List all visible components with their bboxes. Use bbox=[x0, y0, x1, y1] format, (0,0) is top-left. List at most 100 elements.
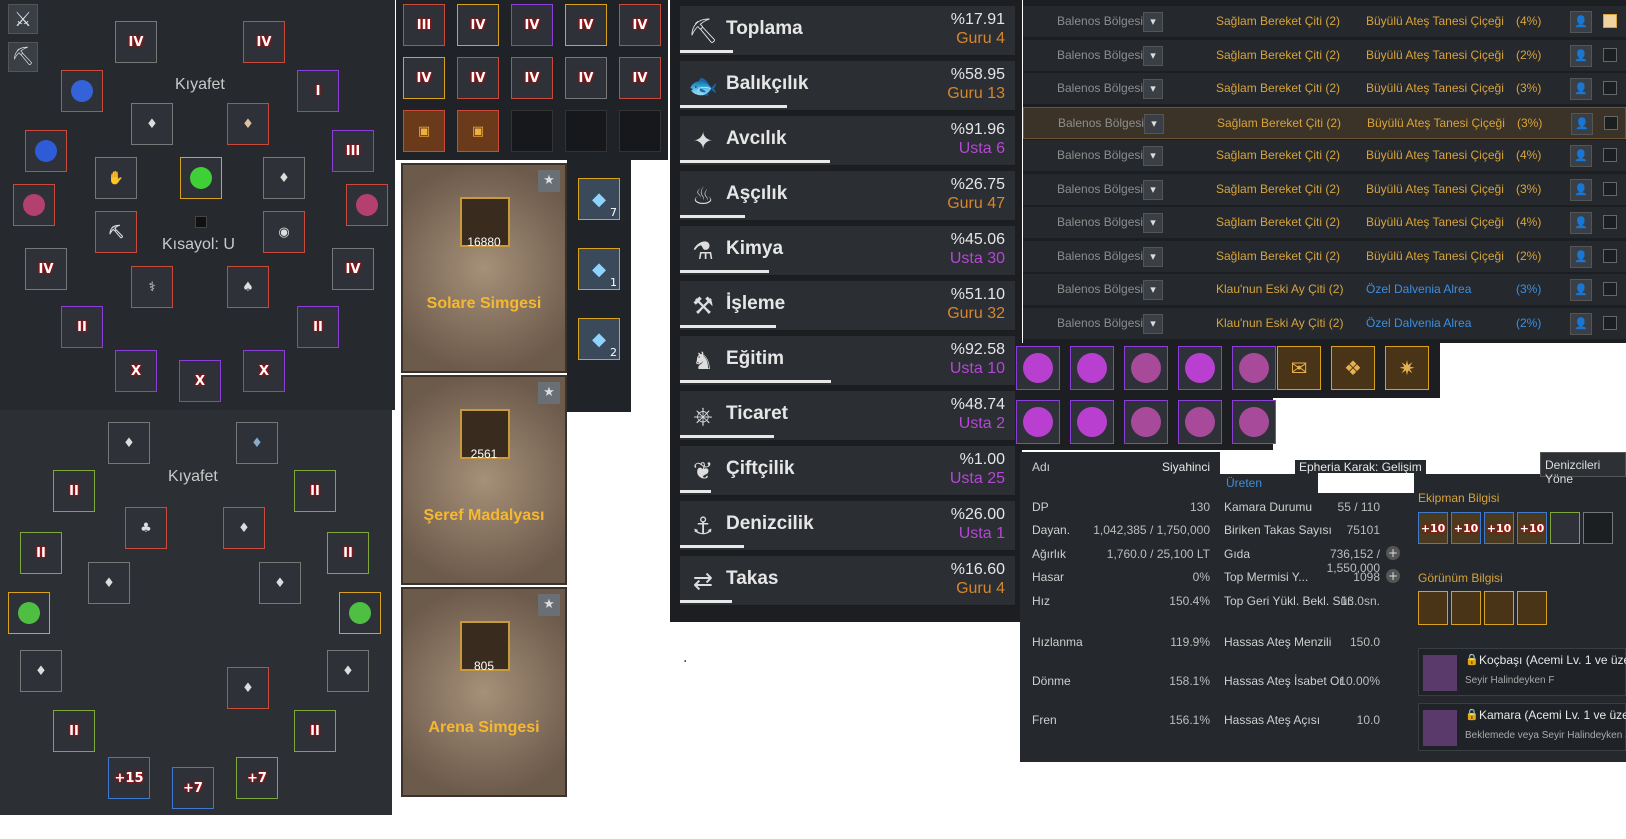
orb-slot[interactable] bbox=[1070, 346, 1114, 390]
helmet-costume-slot[interactable]: IV bbox=[243, 21, 285, 63]
row-checkbox[interactable] bbox=[1603, 181, 1617, 196]
inventory-slot[interactable]: IV bbox=[619, 4, 661, 46]
axe-right-slot[interactable]: X bbox=[243, 350, 285, 392]
ship-equip-slot[interactable]: +10 bbox=[1484, 512, 1514, 544]
necklace-left-slot[interactable] bbox=[13, 184, 55, 226]
star-icon[interactable]: ★ bbox=[538, 170, 560, 192]
skill-row[interactable]: ⚗ Kimya %45.06 Usta 30 bbox=[680, 226, 1015, 276]
skill-row[interactable]: ⚒ İşleme %51.10 Guru 32 bbox=[680, 281, 1015, 331]
trade-row[interactable]: Balenos Bölgesi ▾ Sağlam Bereket Çiti (2) B… bbox=[1023, 73, 1626, 105]
ship-look-slot[interactable] bbox=[1517, 591, 1547, 625]
necklace-right-slot[interactable] bbox=[346, 184, 388, 226]
life-armor-slot[interactable]: ♦ bbox=[108, 422, 150, 464]
ship-equip-slot[interactable]: +10 bbox=[1517, 512, 1547, 544]
skill-row[interactable]: ⛏ Toplama %17.91 Guru 4 bbox=[680, 6, 1015, 56]
ship-look-slot[interactable] bbox=[1484, 591, 1514, 625]
ship-equip-slot[interactable]: +10 bbox=[1418, 512, 1448, 544]
life-necklace-right-slot[interactable] bbox=[339, 592, 381, 634]
treasure-chest-slot[interactable]: ▣ bbox=[403, 110, 445, 152]
earring-left-slot[interactable] bbox=[61, 70, 103, 112]
token-card[interactable]: ★ 805 Arena Simgesi bbox=[401, 587, 567, 797]
inventory-slot[interactable]: III bbox=[403, 4, 445, 46]
skill-row[interactable]: ⎈ Ticaret %48.74 Usta 2 bbox=[680, 391, 1015, 441]
axe-left-slot[interactable]: X bbox=[115, 350, 157, 392]
inventory-slot[interactable]: IV bbox=[619, 57, 661, 99]
weapon-slot[interactable]: ⚕ bbox=[131, 266, 173, 308]
skill-row[interactable]: ⚓ Denizcilik %26.00 Usta 1 bbox=[680, 501, 1015, 551]
chevron-down-icon[interactable]: ▾ bbox=[1143, 213, 1163, 233]
ship-look-slot[interactable] bbox=[1451, 591, 1481, 625]
gloves-slot[interactable]: ✋ bbox=[95, 157, 137, 199]
user-icon[interactable]: 👤 bbox=[1570, 212, 1592, 234]
trade-row[interactable]: Balenos Bölgesi ▾ Klau'nun Eski Ay Çiti (2… bbox=[1023, 274, 1626, 306]
inventory-slot[interactable]: IV bbox=[565, 57, 607, 99]
skill-row[interactable]: ✦ Avcılık %91.96 Usta 6 bbox=[680, 116, 1015, 166]
add-icon[interactable]: + bbox=[1386, 569, 1400, 583]
user-icon[interactable]: 👤 bbox=[1570, 145, 1592, 167]
belt-left-slot[interactable]: II bbox=[61, 306, 103, 348]
orb-slot[interactable] bbox=[1016, 400, 1060, 444]
user-icon[interactable]: 👤 bbox=[1570, 78, 1592, 100]
costume-right-slot[interactable]: IV bbox=[332, 248, 374, 290]
life-costume-right-slot[interactable]: ♦ bbox=[327, 650, 369, 692]
row-checkbox[interactable] bbox=[1604, 115, 1618, 130]
skill-row[interactable]: 🐟 Balıkçılık %58.95 Guru 13 bbox=[680, 61, 1015, 111]
life-armor-2-slot[interactable]: ♦ bbox=[236, 422, 278, 464]
sailors-tab[interactable]: Denizcileri Yöne bbox=[1540, 452, 1626, 486]
row-checkbox[interactable] bbox=[1603, 81, 1617, 95]
chevron-down-icon[interactable]: ▾ bbox=[1143, 280, 1163, 300]
life-acc-2-slot[interactable]: II bbox=[20, 532, 62, 574]
user-icon[interactable]: 👤 bbox=[1571, 112, 1593, 135]
life-tool-1-slot[interactable]: +15 bbox=[108, 757, 150, 799]
add-icon[interactable]: + bbox=[1386, 546, 1400, 560]
life-ring-1-slot[interactable]: II bbox=[294, 470, 336, 512]
belt-slot[interactable] bbox=[180, 157, 222, 199]
star-icon[interactable]: ★ bbox=[538, 382, 560, 404]
user-icon[interactable]: 👤 bbox=[1570, 11, 1592, 33]
empty-slot[interactable] bbox=[619, 110, 661, 152]
life-necklace-left-slot[interactable] bbox=[8, 592, 50, 634]
trade-row[interactable]: Balenos Bölgesi ▾ Sağlam Bereket Çiti (2) B… bbox=[1023, 207, 1626, 239]
pickaxe-tab-icon[interactable]: ⛏ bbox=[8, 42, 38, 72]
trade-row[interactable]: Balenos Bölgesi ▾ Sağlam Bereket Çiti (2) B… bbox=[1023, 39, 1626, 72]
crew-card[interactable]: 🔒 Kamara (Acemi Lv. 1 ve üzeri) Beklemede … bbox=[1418, 703, 1626, 751]
ring-right-slot[interactable]: III bbox=[332, 130, 374, 172]
user-icon[interactable]: 👤 bbox=[1570, 312, 1592, 335]
crossed-swords-icon[interactable]: ⚔ bbox=[8, 4, 38, 34]
ship-tab-producer[interactable]: Üreten bbox=[1226, 476, 1262, 490]
trade-row[interactable]: Balenos Bölgesi ▾ Sağlam Bereket Çiti (2) B… bbox=[1023, 106, 1626, 139]
inventory-slot[interactable]: IV bbox=[457, 57, 499, 99]
ship-tab-title[interactable]: Epheria Karak: Gelişim bbox=[1295, 460, 1426, 474]
crystal-slot[interactable]: ◆ 1 bbox=[578, 248, 620, 290]
chevron-down-icon[interactable]: ▾ bbox=[1143, 179, 1163, 200]
skill-row[interactable]: ⇄ Takas %16.60 Guru 4 bbox=[680, 556, 1015, 606]
life-costume-left-slot[interactable]: ♦ bbox=[20, 650, 62, 692]
inventory-slot[interactable]: IV bbox=[511, 4, 553, 46]
user-icon[interactable]: 👤 bbox=[1570, 44, 1592, 67]
earring-left-2-slot[interactable] bbox=[25, 130, 67, 172]
crystal-slot[interactable]: ◆ 2 bbox=[578, 318, 620, 360]
trade-row[interactable]: Balenos Bölgesi ▾ Sağlam Bereket Çiti (2) B… bbox=[1023, 173, 1626, 206]
chevron-down-icon[interactable]: ▾ bbox=[1143, 12, 1163, 32]
inventory-slot[interactable]: IV bbox=[403, 57, 445, 99]
token-card[interactable]: ★ 16880 Solare Simgesi bbox=[401, 163, 567, 373]
token-card[interactable]: ★ 2561 Şeref Madalyası bbox=[401, 375, 567, 585]
inventory-slot[interactable]: IV bbox=[457, 4, 499, 46]
ring-top-right-slot[interactable]: I bbox=[297, 70, 339, 112]
trade-row[interactable]: Balenos Bölgesi ▾ Sağlam Bereket Çiti (2) B… bbox=[1023, 140, 1626, 172]
trade-row[interactable]: Balenos Bölgesi ▾ Klau'nun Eski Ay Çiti (2… bbox=[1023, 307, 1626, 340]
chevron-down-icon[interactable]: ▾ bbox=[1143, 146, 1163, 166]
armor-costume-slot[interactable]: ♦ bbox=[227, 103, 269, 145]
green-crystal-slot[interactable] bbox=[1550, 512, 1580, 544]
life-underwear-slot[interactable]: ♦ bbox=[227, 667, 269, 709]
row-checkbox[interactable] bbox=[1603, 215, 1617, 229]
life-belt-right-slot[interactable]: II bbox=[294, 710, 336, 752]
shoes-slot[interactable]: ♦ bbox=[263, 157, 305, 199]
treasure-chest-slot[interactable]: ▣ bbox=[457, 110, 499, 152]
harpoon-slot[interactable] bbox=[1583, 512, 1613, 544]
belt-right-slot[interactable]: II bbox=[297, 306, 339, 348]
row-checkbox[interactable] bbox=[1603, 148, 1617, 162]
chevron-down-icon[interactable]: ▾ bbox=[1143, 313, 1163, 334]
treasure-slot[interactable]: ❖ bbox=[1331, 346, 1375, 390]
trade-row[interactable]: Balenos Bölgesi ▾ Sağlam Bereket Çiti (2) B… bbox=[1023, 6, 1626, 38]
